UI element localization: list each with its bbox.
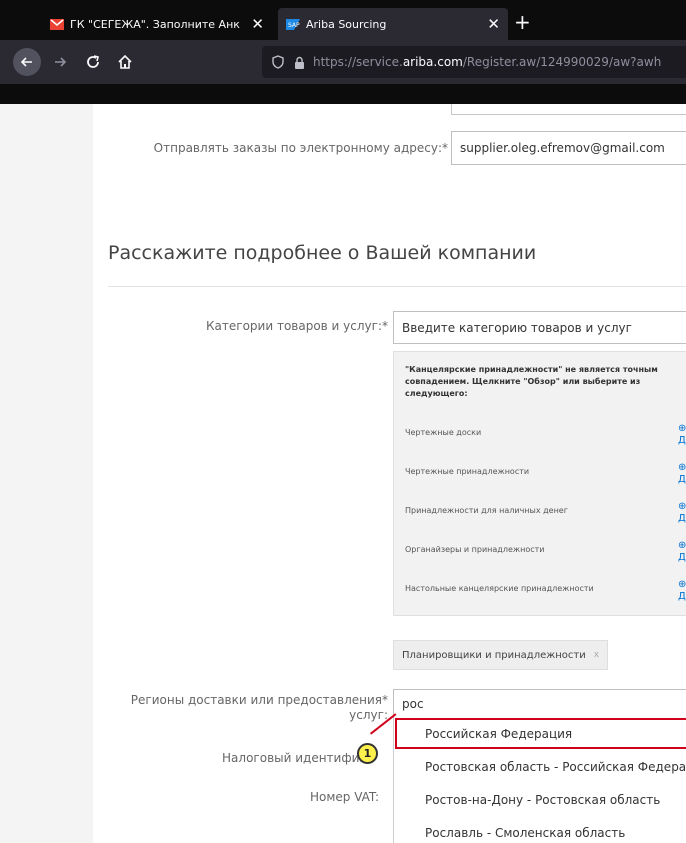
add-label: Д xyxy=(678,513,686,524)
regions-label-line1: Регионы доставки или предоставления* xyxy=(130,693,388,707)
dropdown-option[interactable]: Ростовская область - Российская Федерац xyxy=(394,751,686,782)
arrow-right-icon xyxy=(55,57,67,67)
categories-label: Категории товаров и услуг:* xyxy=(206,319,388,333)
add-category-button[interactable]: ⊕ Д xyxy=(678,462,686,486)
close-tab-icon[interactable]: ✕ xyxy=(251,15,264,33)
remove-chip-icon[interactable]: x xyxy=(594,650,599,660)
suggestion-item: Чертежные принадлежности xyxy=(405,467,530,476)
tab-ariba[interactable]: SAP Ariba Sourcing ✕ xyxy=(278,8,508,40)
suggestion-note: "Канцелярские принадлежности" не являетс… xyxy=(405,365,658,398)
add-circle-icon: ⊕ xyxy=(678,462,686,473)
add-label: Д xyxy=(678,435,686,446)
lock-icon[interactable] xyxy=(294,56,305,69)
sap-icon: SAP xyxy=(286,18,300,30)
url-host: ariba.com xyxy=(402,55,463,69)
add-circle-icon: ⊕ xyxy=(678,423,686,434)
browser-nav-bar: https://service. ariba.com/Register.aw/12… xyxy=(0,40,686,84)
suggestion-item: Органайзеры и принадлежности xyxy=(405,545,545,554)
toolbar-strip xyxy=(0,84,686,104)
add-circle-icon: ⊕ xyxy=(678,579,686,590)
back-button[interactable] xyxy=(12,40,42,84)
regions-input[interactable]: рос xyxy=(393,689,686,719)
highlight-box xyxy=(395,718,686,749)
section-divider xyxy=(108,286,686,287)
url-path: /Register.aw/124990029/aw?awh xyxy=(462,55,662,69)
home-button[interactable] xyxy=(114,40,136,84)
browser-tab-bar: ГК "СЕГЕЖА". Заполните Анк ✕ SAP Ariba S… xyxy=(0,0,686,40)
tab-title: ГК "СЕГЕЖА". Заполните Анк xyxy=(70,17,240,31)
close-tab-icon[interactable]: ✕ xyxy=(487,15,500,33)
reload-icon xyxy=(87,55,99,68)
shield-icon[interactable] xyxy=(272,55,284,69)
add-circle-icon: ⊕ xyxy=(678,501,686,512)
add-category-button[interactable]: ⊕ Д xyxy=(678,423,686,447)
home-icon xyxy=(118,54,132,69)
reload-button[interactable] xyxy=(82,40,104,84)
forward-button[interactable] xyxy=(50,40,70,84)
dropdown-option[interactable]: Ростов-на-Дону - Ростовская область xyxy=(394,784,686,815)
suggestion-item: Чертежные доски xyxy=(405,428,482,437)
add-label: Д xyxy=(678,474,686,485)
chip-label: Планировщики и принадлежности xyxy=(402,649,586,661)
category-suggestions-panel: "Канцелярские принадлежности" не являетс… xyxy=(393,351,686,616)
step-callout: 1 xyxy=(357,743,378,764)
arrow-left-icon xyxy=(13,48,41,76)
email-label: Отправлять заказы по электронному адресу… xyxy=(153,141,448,155)
add-category-button[interactable]: ⊕ Д xyxy=(678,540,686,564)
add-category-button[interactable]: ⊕ Д xyxy=(678,501,686,525)
regions-label: Регионы доставки или предоставления* усл… xyxy=(100,693,388,723)
categories-input[interactable]: Введите категорию товаров и услуг xyxy=(393,311,686,344)
tax-id-label: Налоговый идентифика xyxy=(222,751,374,765)
previous-field[interactable] xyxy=(451,104,686,115)
add-circle-icon: ⊕ xyxy=(678,540,686,551)
suggestion-item: Настольные канцелярские принадлежности xyxy=(405,584,594,593)
gmail-icon xyxy=(50,18,64,30)
add-category-button[interactable]: ⊕ Д xyxy=(678,579,686,603)
regions-label-line2: услуг: xyxy=(349,708,388,722)
section-title: Расскажите подробнее о Вашей компании xyxy=(108,242,537,264)
dropdown-option[interactable]: Рославль - Смоленская область xyxy=(394,817,686,843)
add-label: Д xyxy=(678,552,686,563)
vat-label: Номер VAT: xyxy=(309,790,379,804)
selected-category-chip: Планировщики и принадлежности x xyxy=(393,640,608,670)
tab-title: Ariba Sourcing xyxy=(306,17,387,31)
svg-text:SAP: SAP xyxy=(288,22,300,29)
new-tab-button[interactable]: + xyxy=(514,10,531,34)
email-field[interactable]: supplier.oleg.efremov@gmail.com xyxy=(451,131,686,165)
address-bar[interactable]: https://service. ariba.com/Register.aw/12… xyxy=(262,46,686,78)
add-label: Д xyxy=(678,591,686,602)
tab-gmail[interactable]: ГК "СЕГЕЖА". Заполните Анк ✕ xyxy=(42,8,272,40)
page-background: Отправлять заказы по электронному адресу… xyxy=(0,104,686,843)
suggestion-item: Принадлежности для наличных денег xyxy=(405,506,568,515)
url-prefix: https://service. xyxy=(313,55,403,69)
